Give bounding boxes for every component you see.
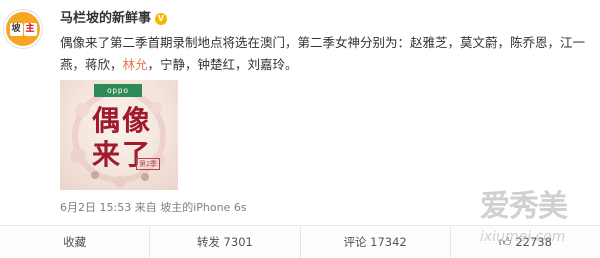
avatar-char-2: 主 (23, 22, 37, 36)
comment-button[interactable]: 评论 17342 (301, 226, 451, 258)
avatar[interactable]: 坡 主 (4, 10, 42, 48)
author-name[interactable]: 马栏坡的新鲜事 (60, 11, 151, 27)
favorite-button[interactable]: 收藏 (0, 226, 151, 258)
like-button[interactable]: 👍︎ 22738 (451, 226, 600, 258)
source-link[interactable]: 坡主的iPhone 6s (160, 201, 246, 214)
thumbs-up-icon: 👍︎ (498, 234, 512, 249)
action-bar: 收藏 转发 7301 评论 17342 👍︎ 22738 (0, 225, 600, 258)
post-text-link[interactable]: 林允 (123, 57, 148, 72)
source-prefix: 来自 (131, 201, 161, 214)
comment-label: 评论 17342 (343, 235, 407, 249)
verified-icon: V (155, 13, 168, 25)
season-badge: 第2季 (136, 158, 160, 170)
repost-button[interactable]: 转发 7301 (150, 226, 301, 258)
like-count: 22738 (515, 235, 552, 249)
post-meta: 6月2日 15:53 来自 坡主的iPhone 6s (60, 201, 247, 215)
brand-banner: oppo (94, 84, 142, 97)
avatar-char-1: 坡 (9, 22, 23, 36)
favorite-label: 收藏 (63, 235, 87, 249)
timestamp[interactable]: 6月2日 15:53 (60, 201, 131, 214)
watermark-title: 爱秀美 (480, 189, 568, 224)
post-image[interactable]: oppo 偶像 来了 第2季 (60, 80, 178, 190)
repost-label: 转发 7301 (196, 235, 253, 249)
post-text: 偶像来了第二季首期录制地点将选在澳门，第二季女神分别为：赵雅芝，莫文蔚，陈乔恩，… (60, 32, 592, 76)
author-row: 马栏坡的新鲜事 V (60, 11, 168, 27)
post-text-after: ，宁静，钟楚红，刘嘉玲。 (147, 57, 298, 72)
show-title-line1: 偶像 (91, 104, 152, 137)
